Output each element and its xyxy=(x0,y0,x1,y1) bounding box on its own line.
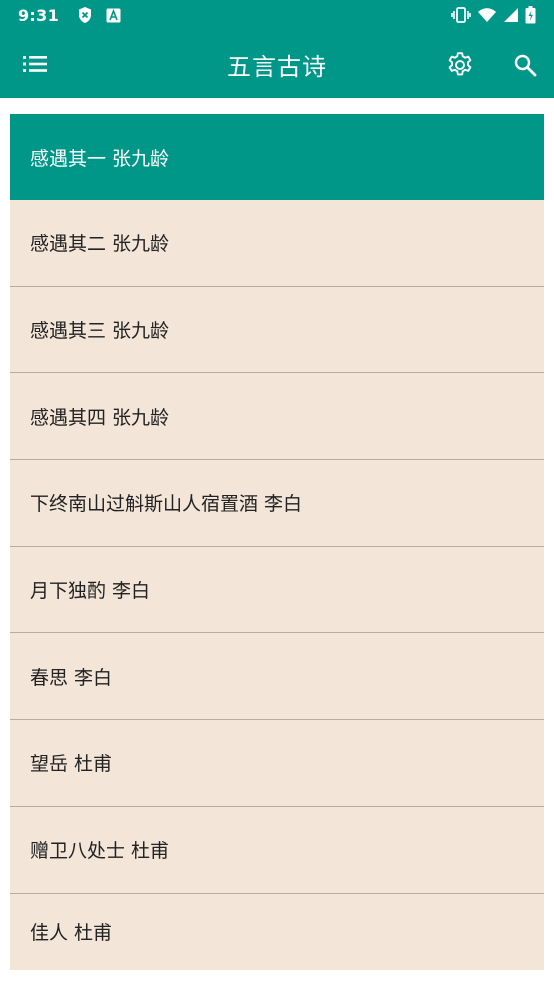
list-item-label: 感遇其四 张九龄 xyxy=(30,406,170,429)
status-time: 9:31 xyxy=(18,5,59,25)
list-item-label: 感遇其一 张九龄 xyxy=(30,147,170,170)
list-item[interactable]: 感遇其一 张九龄 xyxy=(10,114,544,200)
status-bar: 9:31 xyxy=(0,0,554,30)
list-item-label: 佳人 杜甫 xyxy=(30,922,113,944)
list-item[interactable]: 赠卫八处士 杜甫 xyxy=(10,806,544,894)
vibrate-icon xyxy=(451,7,471,23)
wifi-icon xyxy=(478,8,496,22)
settings-gear-icon xyxy=(448,52,472,76)
signal-icon xyxy=(504,8,518,22)
search-icon xyxy=(514,54,537,77)
status-notification-icons xyxy=(77,6,121,24)
list-item[interactable]: 感遇其四 张九龄 xyxy=(10,373,544,461)
app-bar: 五言古诗 xyxy=(0,30,554,98)
search-button[interactable] xyxy=(508,48,542,82)
shield-x-icon xyxy=(79,7,91,23)
list-item-label: 春思 李白 xyxy=(30,666,113,689)
list-item-label: 月下独酌 李白 xyxy=(30,580,151,603)
list-item-label: 感遇其三 张九龄 xyxy=(30,320,170,343)
list-item[interactable]: 望岳 杜甫 xyxy=(10,720,544,807)
list-item[interactable]: 月下独酌 李白 xyxy=(10,546,544,634)
list-item-label: 下终南山过斛斯山人宿置酒 李白 xyxy=(30,493,303,516)
list-item[interactable]: 感遇其三 张九龄 xyxy=(10,286,544,374)
list-item-label: 感遇其二 张九龄 xyxy=(30,233,170,256)
list-item[interactable]: 佳人 杜甫 xyxy=(10,893,544,970)
list-item[interactable]: 下终南山过斛斯山人宿置酒 李白 xyxy=(10,460,544,547)
list-item-label: 望岳 杜甫 xyxy=(30,753,113,776)
poem-list: 感遇其一 张九龄 感遇其二 张九龄 感遇其三 张九龄 感遇其四 张九龄 下终南山… xyxy=(10,114,544,970)
list-item[interactable]: 春思 李白 xyxy=(10,633,544,721)
list-item[interactable]: 感遇其二 张九龄 xyxy=(10,200,544,287)
a-box-icon xyxy=(106,8,121,22)
battery-icon xyxy=(525,6,536,24)
list-item-label: 赠卫八处士 杜甫 xyxy=(30,840,170,863)
status-system-icons xyxy=(451,6,536,24)
settings-button[interactable] xyxy=(442,48,478,82)
